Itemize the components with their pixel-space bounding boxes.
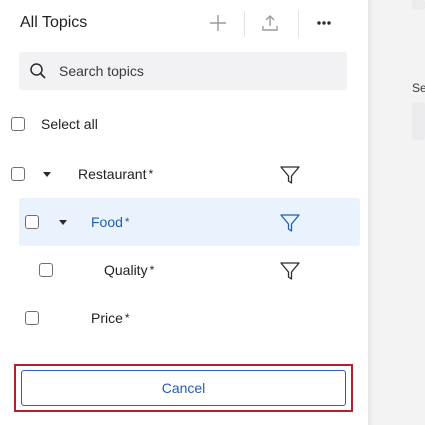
topic-row-food[interactable]: Food * — [91, 214, 130, 230]
topic-checkbox-price[interactable] — [25, 311, 39, 325]
topic-marker: * — [148, 167, 154, 181]
more-icon — [317, 21, 331, 25]
select-all-checkbox[interactable] — [11, 117, 25, 131]
filter-icon[interactable] — [279, 212, 301, 234]
header-divider — [298, 11, 299, 37]
topic-marker: * — [124, 215, 130, 229]
topic-label: Food — [91, 214, 123, 230]
select-all-label: Select all — [41, 116, 98, 132]
topic-marker: * — [124, 311, 130, 325]
panel-divider — [368, 0, 374, 425]
search-topics-input[interactable]: Search topics — [19, 52, 347, 90]
topic-row-quality[interactable]: Quality * — [104, 262, 154, 278]
upload-icon — [262, 15, 278, 31]
more-options-button[interactable] — [309, 8, 339, 38]
header-divider — [244, 11, 245, 37]
right-pane-field[interactable] — [412, 0, 425, 10]
topic-label: Quality — [104, 262, 148, 278]
caret-down-icon[interactable] — [59, 220, 67, 225]
topics-panel: All Topics Search topics Select all Rest… — [0, 0, 368, 425]
topic-checkbox-restaurant[interactable] — [11, 167, 25, 181]
topic-marker: * — [149, 263, 155, 277]
cancel-button[interactable]: Cancel — [21, 370, 346, 406]
topic-label: Restaurant — [78, 166, 147, 182]
caret-down-icon[interactable] — [43, 172, 51, 177]
topic-row-restaurant[interactable]: Restaurant * — [78, 166, 153, 182]
panel-title: All Topics — [20, 14, 88, 31]
filter-icon[interactable] — [279, 164, 301, 186]
topic-row-price[interactable]: Price * — [91, 310, 130, 326]
search-icon — [30, 63, 46, 79]
topic-checkbox-quality[interactable] — [39, 263, 53, 277]
topic-label: Price — [91, 310, 123, 326]
right-pane-field[interactable] — [412, 102, 425, 140]
filter-icon[interactable] — [279, 260, 301, 282]
selected-topic-row[interactable] — [19, 198, 360, 246]
search-placeholder: Search topics — [59, 63, 144, 79]
plus-icon — [210, 15, 226, 31]
right-pane-label: Se — [412, 81, 425, 95]
upload-button[interactable] — [255, 8, 285, 38]
add-topic-button[interactable] — [203, 8, 233, 38]
topic-checkbox-food[interactable] — [25, 215, 39, 229]
